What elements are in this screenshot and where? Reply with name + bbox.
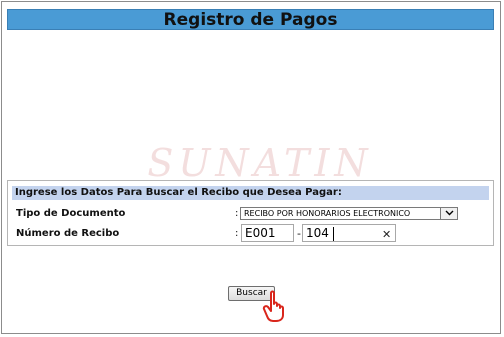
title-bar: Registro de Pagos	[7, 9, 494, 30]
tipo-documento-colon: :	[235, 208, 239, 219]
chevron-down-icon[interactable]	[440, 208, 457, 219]
text-cursor	[333, 227, 334, 241]
page-title: Registro de Pagos	[163, 10, 338, 30]
watermark: SUNATIN	[147, 141, 373, 185]
tipo-documento-selected: RECIBO POR HONORARIOS ELECTRONICO	[244, 209, 411, 218]
serie-separator: -	[297, 227, 301, 240]
section-title: Ingrese los Datos Para Buscar el Recibo …	[15, 187, 342, 198]
section-header: Ingrese los Datos Para Buscar el Recibo …	[12, 186, 489, 200]
tipo-documento-label: Tipo de Documento	[16, 208, 126, 219]
numero-recibo-colon: :	[235, 228, 239, 239]
hand-pointer-icon	[262, 289, 294, 327]
numero-recibo-label: Número de Recibo	[16, 228, 120, 239]
close-icon[interactable]: ✕	[382, 228, 391, 241]
serie-input[interactable]: E001	[241, 224, 294, 242]
tipo-documento-select[interactable]: RECIBO POR HONORARIOS ELECTRONICO	[240, 207, 458, 220]
